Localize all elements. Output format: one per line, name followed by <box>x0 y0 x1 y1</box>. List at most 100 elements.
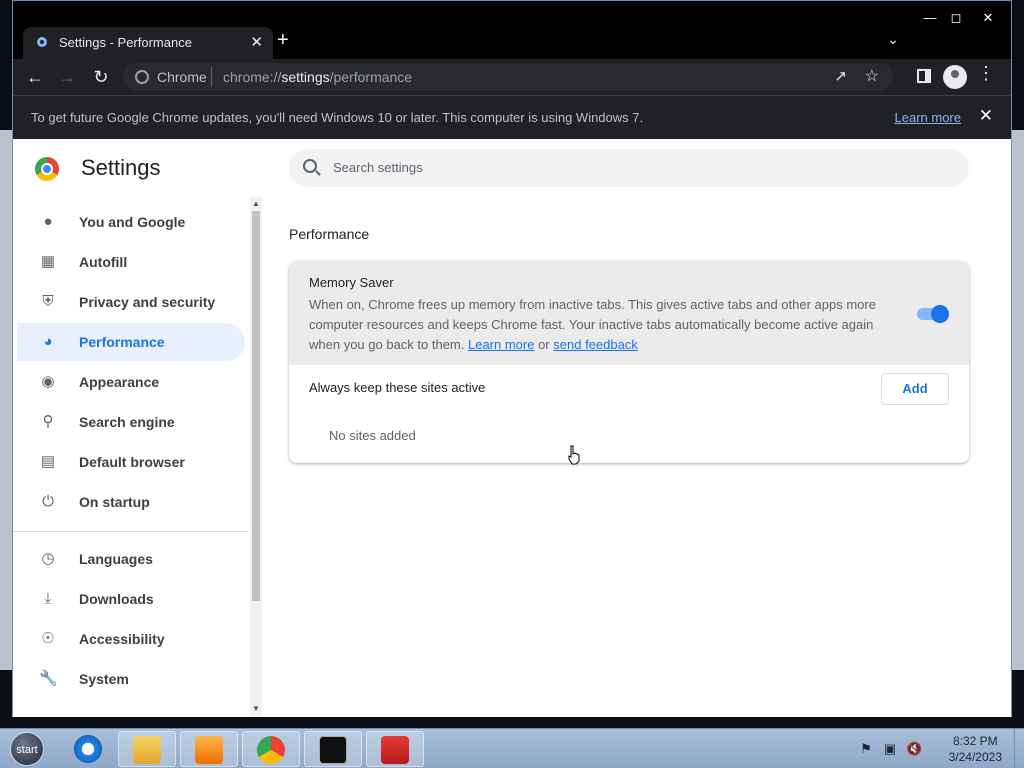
sidebar-item-label: Search engine <box>79 414 175 430</box>
tab-settings-performance[interactable]: Settings - Performance ✕ <box>23 27 273 59</box>
settings-page: Settings Search settings ● You and Googl… <box>13 139 1011 717</box>
sidebar-item-label: Accessibility <box>79 631 165 647</box>
scrollbar-thumb[interactable] <box>252 211 260 601</box>
chrome-site-icon <box>135 70 149 84</box>
start-button[interactable]: start <box>10 732 44 766</box>
sidebar-item-label: Privacy and security <box>79 294 216 310</box>
chrome-window: — ◻ ✕ Settings - Performance ✕ + ⌄ ← → ↻… <box>12 0 1012 717</box>
kebab-menu-icon[interactable]: ⋮ <box>977 63 995 84</box>
scroll-up-arrow-icon[interactable]: ▲ <box>252 199 260 208</box>
tab-close-icon[interactable]: ✕ <box>250 33 263 51</box>
media-player-icon[interactable] <box>180 731 238 767</box>
wrench-icon: 🔧 <box>39 670 58 687</box>
forward-arrow-icon[interactable]: → <box>55 65 79 89</box>
always-active-label: Always keep these sites active <box>309 380 486 395</box>
infobar-message: To get future Google Chrome updates, you… <box>31 110 644 125</box>
sidebar-divider <box>13 531 249 532</box>
sidebar-item-label: Autofill <box>79 254 128 270</box>
terminal-icon[interactable] <box>304 731 362 767</box>
browser-window-icon: ▤ <box>40 453 56 470</box>
infobar-close-icon[interactable]: ✕ <box>979 106 993 126</box>
omnibox-separator <box>211 67 212 87</box>
sidebar-item-label: System <box>79 671 129 687</box>
tab-search-chevron-icon[interactable]: ⌄ <box>887 31 899 48</box>
search-icon: ⚲ <box>42 413 54 430</box>
toolbox-icon[interactable] <box>366 731 424 767</box>
section-title: Performance <box>289 226 370 242</box>
sidebar-item-label: Default browser <box>79 454 185 470</box>
sidebar-item-languages[interactable]: ◷ Languages <box>17 540 245 578</box>
sidebar-scrollbar[interactable]: ▲ ▼ <box>250 197 262 715</box>
accessibility-icon: ☉ <box>41 630 55 647</box>
desktop-window-edge <box>0 130 12 670</box>
new-tab-button[interactable]: + <box>277 29 289 52</box>
toggle-knob <box>931 305 949 323</box>
clock-date: 3/24/2023 <box>948 750 1002 764</box>
maximize-button[interactable]: ◻ <box>941 9 971 27</box>
infobar-learn-more-link[interactable]: Learn more <box>895 110 961 125</box>
reload-icon[interactable]: ↻ <box>89 65 113 89</box>
desktop-window-edge <box>1012 130 1024 670</box>
clock-time: 8:32 PM <box>952 734 998 748</box>
performance-card: Memory Saver When on, Chrome frees up me… <box>289 261 969 463</box>
chrome-icon[interactable] <box>242 731 300 767</box>
learn-more-link[interactable]: Learn more <box>468 337 534 352</box>
back-arrow-icon[interactable]: ← <box>23 65 47 89</box>
url-prefix: chrome:// <box>223 69 282 85</box>
update-infobar: To get future Google Chrome updates, you… <box>13 95 1011 139</box>
sidebar-item-on-startup[interactable]: ⏻ On startup <box>17 483 245 521</box>
action-center-flag-icon[interactable]: ⚑ <box>858 741 874 757</box>
memory-saver-title: Memory Saver <box>309 275 394 290</box>
tab-title: Settings - Performance <box>59 35 192 50</box>
hand-cursor-icon <box>568 445 580 465</box>
sidebar-item-label: Languages <box>79 551 153 567</box>
sidebar-item-appearance[interactable]: ◉ Appearance <box>17 363 245 401</box>
url-path: /performance <box>329 69 413 85</box>
show-desktop-button[interactable] <box>1014 729 1024 768</box>
sidebar-item-label: On startup <box>79 494 150 510</box>
memory-saver-toggle[interactable] <box>917 305 949 323</box>
sidebar-item-accessibility[interactable]: ☉ Accessibility <box>17 620 245 658</box>
title-bar: — ◻ ✕ Settings - Performance ✕ + ⌄ <box>13 1 1011 59</box>
sidebar-item-search-engine[interactable]: ⚲ Search engine <box>17 403 245 441</box>
sidebar-item-you-and-google[interactable]: ● You and Google <box>17 203 245 241</box>
side-panel-icon[interactable] <box>917 69 931 83</box>
or-text: or <box>534 337 554 352</box>
memory-saver-row[interactable]: Memory Saver When on, Chrome frees up me… <box>289 261 969 365</box>
profile-avatar-icon[interactable] <box>943 65 967 89</box>
memory-saver-description: When on, Chrome frees up memory from ina… <box>309 295 889 355</box>
add-site-button[interactable]: Add <box>881 373 949 405</box>
volume-muted-icon[interactable]: 🔇 <box>906 741 922 757</box>
search-settings-input[interactable]: Search settings <box>289 149 969 187</box>
gear-icon <box>37 37 47 47</box>
bookmark-star-icon[interactable]: ☆ <box>865 66 879 86</box>
sidebar-item-label: You and Google <box>79 214 186 230</box>
sidebar-item-performance[interactable]: ◕ Performance <box>17 323 245 361</box>
sidebar-item-downloads[interactable]: ⤓ Downloads <box>17 580 245 618</box>
globe-icon: ◷ <box>41 550 55 567</box>
file-explorer-icon[interactable] <box>118 731 176 767</box>
person-icon: ● <box>43 213 53 230</box>
palette-icon: ◉ <box>41 373 55 390</box>
send-feedback-link[interactable]: send feedback <box>553 337 638 352</box>
sidebar-item-system[interactable]: 🔧 System <box>17 660 245 698</box>
page-title: Settings <box>81 155 161 180</box>
sidebar-item-label: Performance <box>79 334 165 350</box>
sidebar-item-default-browser[interactable]: ▤ Default browser <box>17 443 245 481</box>
share-icon[interactable]: ↗ <box>834 67 847 85</box>
sidebar-item-privacy-and-security[interactable]: ⛨ Privacy and security <box>17 283 245 321</box>
url-host: settings <box>281 69 330 85</box>
search-icon <box>303 159 317 173</box>
windows-taskbar: start ⚑ ▣ 🔇 8:32 PM 3/24/2023 <box>0 728 1024 768</box>
speedometer-icon: ◕ <box>43 333 53 350</box>
no-sites-text: No sites added <box>329 428 416 443</box>
internet-explorer-icon[interactable] <box>60 731 118 767</box>
network-icon[interactable]: ▣ <box>882 741 898 757</box>
system-clock[interactable]: 8:32 PM 3/24/2023 <box>949 733 1002 765</box>
close-window-button[interactable]: ✕ <box>973 9 1003 27</box>
sidebar-item-label: Downloads <box>79 591 154 607</box>
sidebar-item-autofill[interactable]: ▦ Autofill <box>17 243 245 281</box>
scroll-down-arrow-icon[interactable]: ▼ <box>252 704 260 713</box>
address-bar[interactable]: Chrome chrome://settings/performance ↗ ☆ <box>123 63 893 91</box>
browser-toolbar: ← → ↻ Chrome chrome://settings/performan… <box>13 59 1011 95</box>
